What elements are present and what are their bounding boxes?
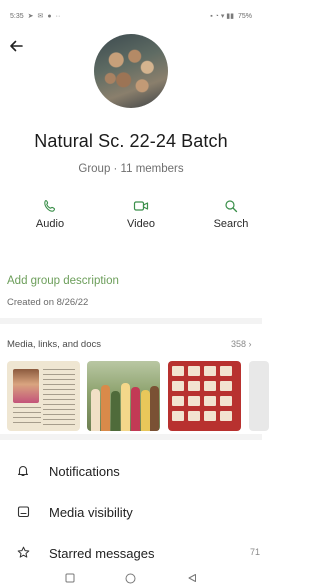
starred-count: 71	[249, 547, 260, 557]
search-icon	[224, 198, 238, 214]
triangle-back-icon	[188, 574, 196, 582]
circle-icon	[125, 573, 136, 583]
home-button[interactable]	[124, 571, 138, 585]
action-row: Audio Video Search	[0, 198, 262, 238]
video-camera-icon	[133, 198, 149, 214]
audio-call-button[interactable]: Audio	[20, 198, 80, 230]
audio-label: Audio	[35, 218, 65, 230]
phone-icon	[43, 198, 57, 214]
notifications-row[interactable]: Notifications	[0, 452, 262, 492]
media-visibility-icon	[16, 504, 30, 518]
signal-icons: ▪ ◔ ▾ ▮▮	[210, 13, 234, 20]
bell-icon	[16, 463, 30, 477]
media-visibility-row[interactable]: Media visibility	[0, 493, 262, 533]
system-nav-bar	[0, 569, 262, 587]
notifications-label: Notifications	[49, 464, 120, 479]
group-subtitle: Group · 11 members	[78, 163, 184, 175]
recents-button[interactable]	[63, 571, 77, 585]
group-name: Natural Sc. 22-24 Batch	[34, 131, 228, 151]
media-thumbnail[interactable]	[249, 361, 269, 431]
status-time: 5:35	[10, 12, 24, 20]
group-avatar[interactable]	[94, 34, 168, 108]
video-call-button[interactable]: Video	[111, 198, 171, 230]
back-button[interactable]	[6, 36, 26, 56]
media-section-heading: Media, links, and docs	[7, 339, 101, 350]
app-icon: ●	[47, 12, 52, 20]
section-divider	[0, 318, 262, 324]
search-label: Search	[213, 218, 249, 230]
star-icon	[16, 545, 30, 559]
status-left: 5:35 ➤ ✉ ● ··	[10, 12, 61, 21]
battery-percent: 75%	[237, 12, 252, 20]
status-bar: 5:35 ➤ ✉ ● ·· ▪ ◔ ▾ ▮▮ 75%	[0, 0, 262, 32]
status-right: ▪ ◔ ▾ ▮▮ 75%	[210, 12, 252, 21]
arrow-back-icon	[10, 40, 23, 52]
add-group-description-link[interactable]: Add group description	[7, 275, 119, 287]
media-visibility-label: Media visibility	[49, 505, 133, 520]
media-thumbnail[interactable]	[168, 361, 241, 431]
square-icon	[65, 573, 75, 583]
notification-icon: ✉	[37, 13, 44, 20]
created-date: Created on 8/26/22	[7, 297, 89, 308]
section-divider	[0, 434, 262, 440]
media-count-link[interactable]: 358 ›	[231, 339, 252, 349]
back-nav-button[interactable]	[185, 571, 199, 585]
media-strip	[7, 361, 269, 431]
search-button[interactable]: Search	[201, 198, 261, 230]
video-label: Video	[127, 218, 155, 230]
starred-messages-label: Starred messages	[49, 546, 155, 561]
media-thumbnail[interactable]	[87, 361, 160, 431]
starred-messages-row[interactable]: Starred messages 71	[0, 534, 262, 574]
media-thumbnail[interactable]	[7, 361, 80, 431]
more-icon: ··	[55, 12, 61, 20]
telegram-icon: ➤	[27, 13, 34, 20]
